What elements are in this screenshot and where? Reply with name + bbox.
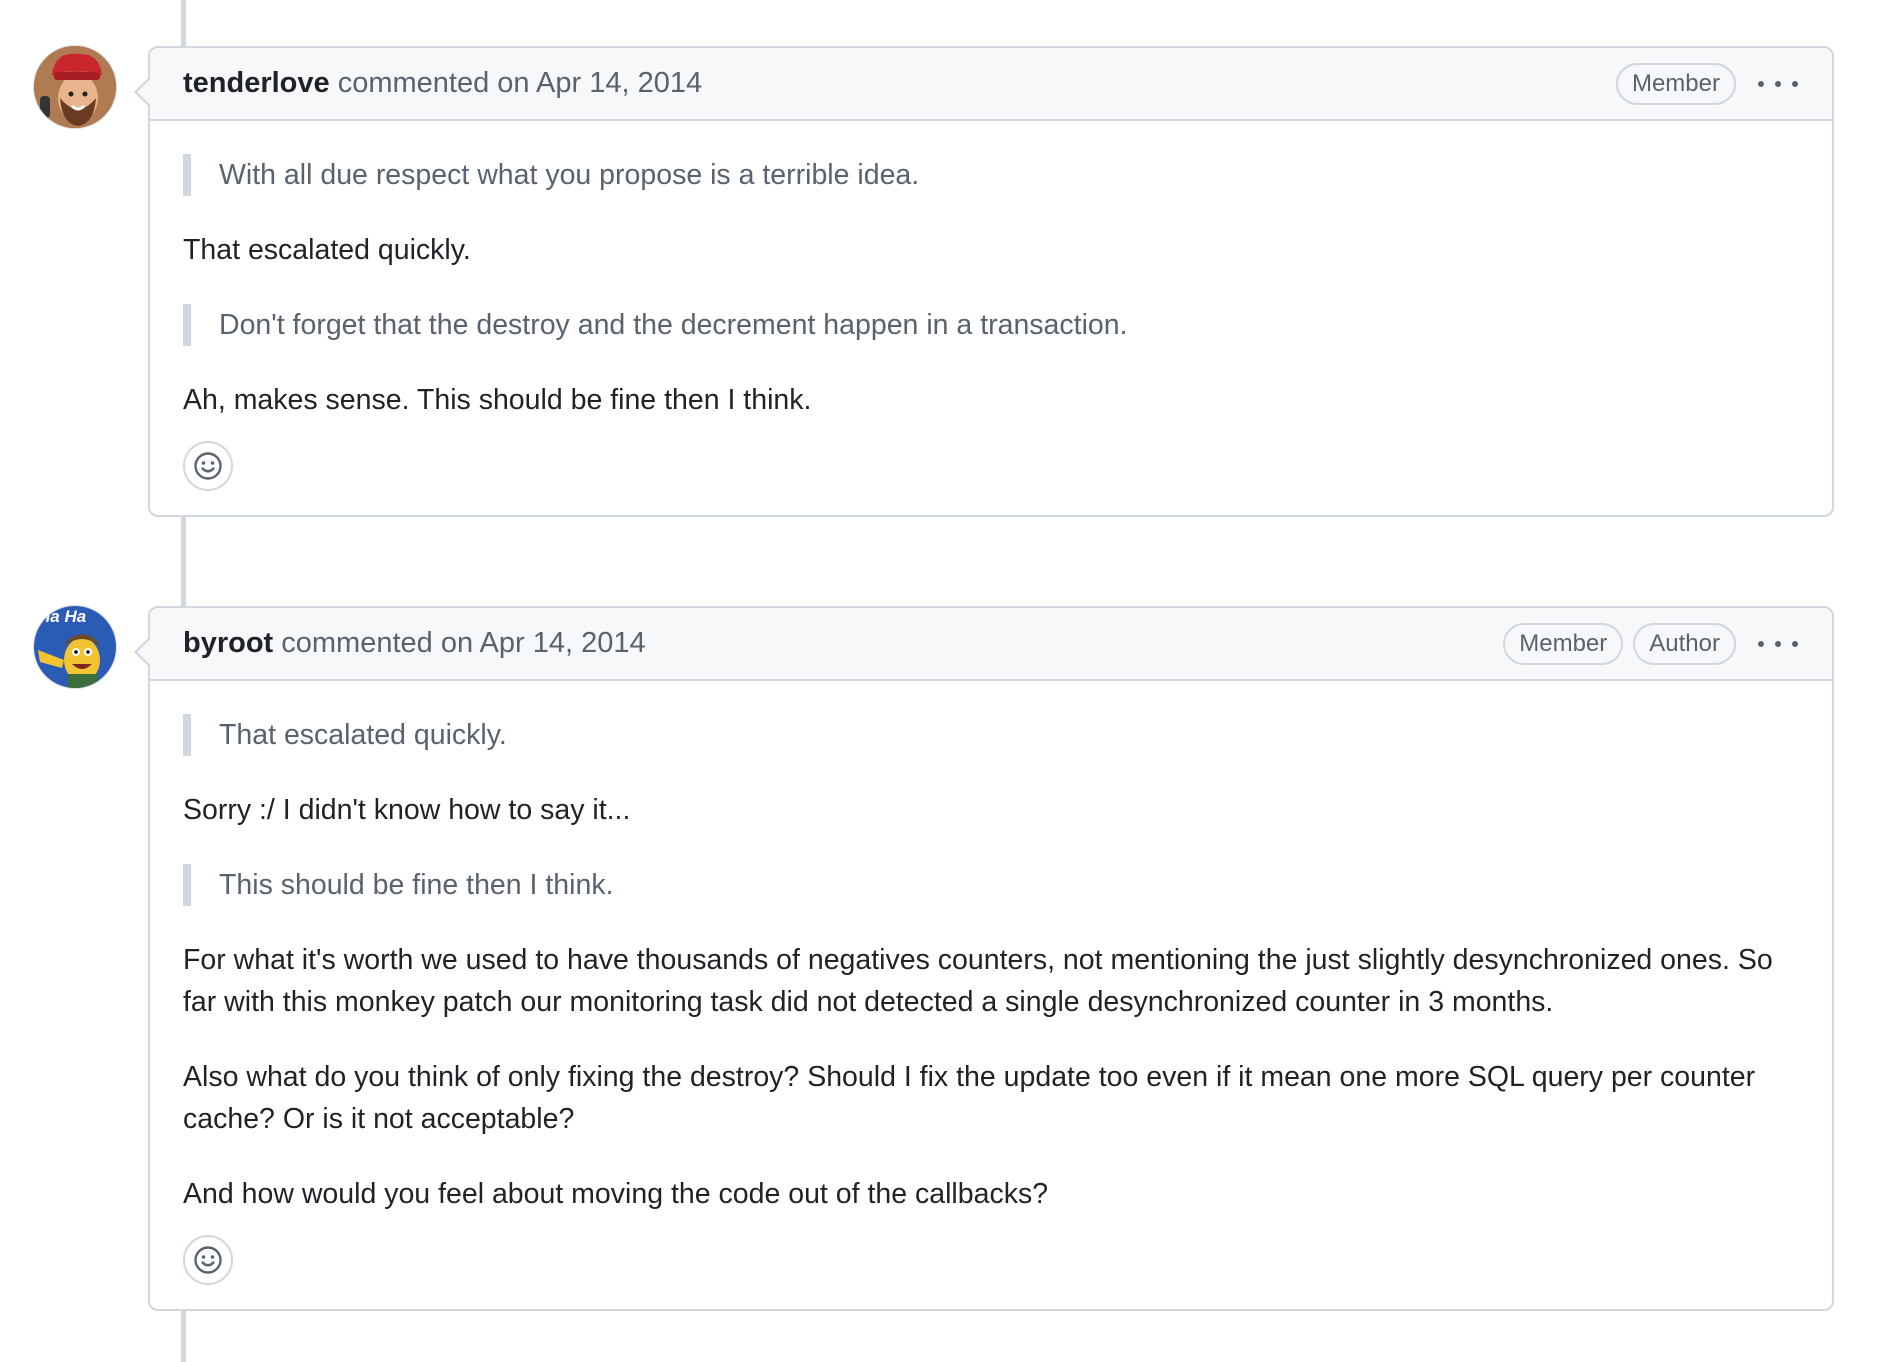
kebab-menu-icon[interactable] [1758, 629, 1798, 659]
add-reaction-button[interactable] [183, 441, 233, 491]
comment-header-text: tenderlove commented on Apr 14, 2014 [183, 67, 1616, 100]
blockquote: This should be fine then I think. [183, 864, 1798, 906]
comment-body: With all due respect what you propose is… [150, 121, 1832, 515]
comment-header: tenderlove commented on Apr 14, 2014 Mem… [150, 48, 1832, 121]
author-badge: Author [1633, 622, 1736, 665]
svg-text:Ha Ha: Ha Ha [38, 607, 86, 626]
member-badge: Member [1615, 62, 1736, 105]
paragraph: And how would you feel about moving the … [183, 1178, 1049, 1210]
avatar-chef-hat-icon [34, 46, 116, 128]
paragraph: Ah, makes sense. This should be fine the… [183, 384, 812, 416]
member-badge: Member [1503, 622, 1624, 665]
paragraph: For what it's worth we used to have thou… [183, 944, 1773, 1018]
avatar[interactable] [34, 46, 116, 128]
author-link[interactable]: tenderlove [183, 67, 330, 99]
add-reaction-button[interactable] [183, 1235, 233, 1285]
comment-header: byroot commented on Apr 14, 2014 Member … [150, 608, 1832, 681]
comment-box: byroot commented on Apr 14, 2014 Member … [134, 606, 1834, 1311]
blockquote: Don't forget that the destroy and the de… [183, 304, 1798, 346]
comment-box: tenderlove commented on Apr 14, 2014 Mem… [134, 46, 1834, 517]
paragraph: Sorry :/ I didn't know how to say it... [183, 794, 631, 826]
smiley-icon [194, 452, 222, 480]
comment-timestamp[interactable]: commented on Apr 14, 2014 [273, 627, 645, 659]
comment-timestamp[interactable]: commented on Apr 14, 2014 [330, 67, 702, 99]
badges: Member Author [1503, 622, 1736, 665]
paragraph: That escalated quickly. [183, 234, 471, 266]
blockquote: With all due respect what you propose is… [183, 154, 1798, 196]
avatar[interactable]: Ha Ha [34, 606, 116, 688]
badges: Member [1615, 62, 1736, 105]
blockquote: That escalated quickly. [183, 714, 1798, 756]
kebab-menu-icon[interactable] [1758, 69, 1798, 99]
smiley-icon [194, 1246, 222, 1274]
paragraph: Also what do you think of only fixing th… [183, 1061, 1756, 1135]
avatar-cartoon-ha-ha-icon: Ha Ha [34, 606, 116, 688]
comment-body: That escalated quickly. Sorry :/ I didn'… [150, 681, 1832, 1309]
comment-header-text: byroot commented on Apr 14, 2014 [183, 627, 1503, 660]
author-link[interactable]: byroot [183, 627, 273, 659]
